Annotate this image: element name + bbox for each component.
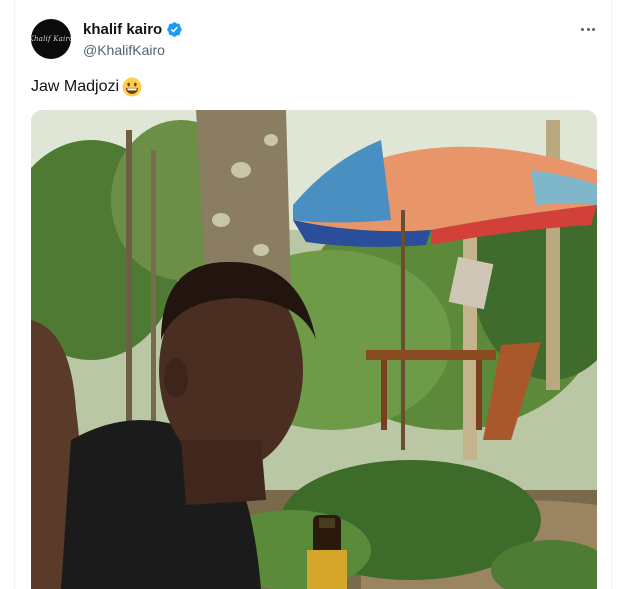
more-dot-icon	[592, 27, 596, 31]
tweet-media-photo[interactable]	[31, 110, 597, 589]
tweet-text: Jaw Madjozi	[31, 76, 142, 98]
more-dot-icon	[586, 27, 590, 31]
card-border	[611, 0, 612, 589]
author-display-name[interactable]: khalif kairo	[83, 20, 162, 39]
author-name-row: khalif kairo	[83, 20, 183, 39]
more-dot-icon	[580, 27, 584, 31]
grinning-face-emoji-icon	[122, 77, 142, 97]
avatar-signature: Khalif Kairo	[31, 35, 71, 43]
author-handle[interactable]: @KhalifKairo	[83, 41, 165, 59]
more-options-button[interactable]	[575, 18, 601, 40]
verified-badge-icon	[167, 22, 182, 37]
avatar[interactable]: Khalif Kairo	[31, 19, 71, 59]
card-border	[14, 0, 15, 589]
tweet-text-content: Jaw Madjozi	[31, 78, 120, 95]
photo-scene	[31, 110, 597, 589]
